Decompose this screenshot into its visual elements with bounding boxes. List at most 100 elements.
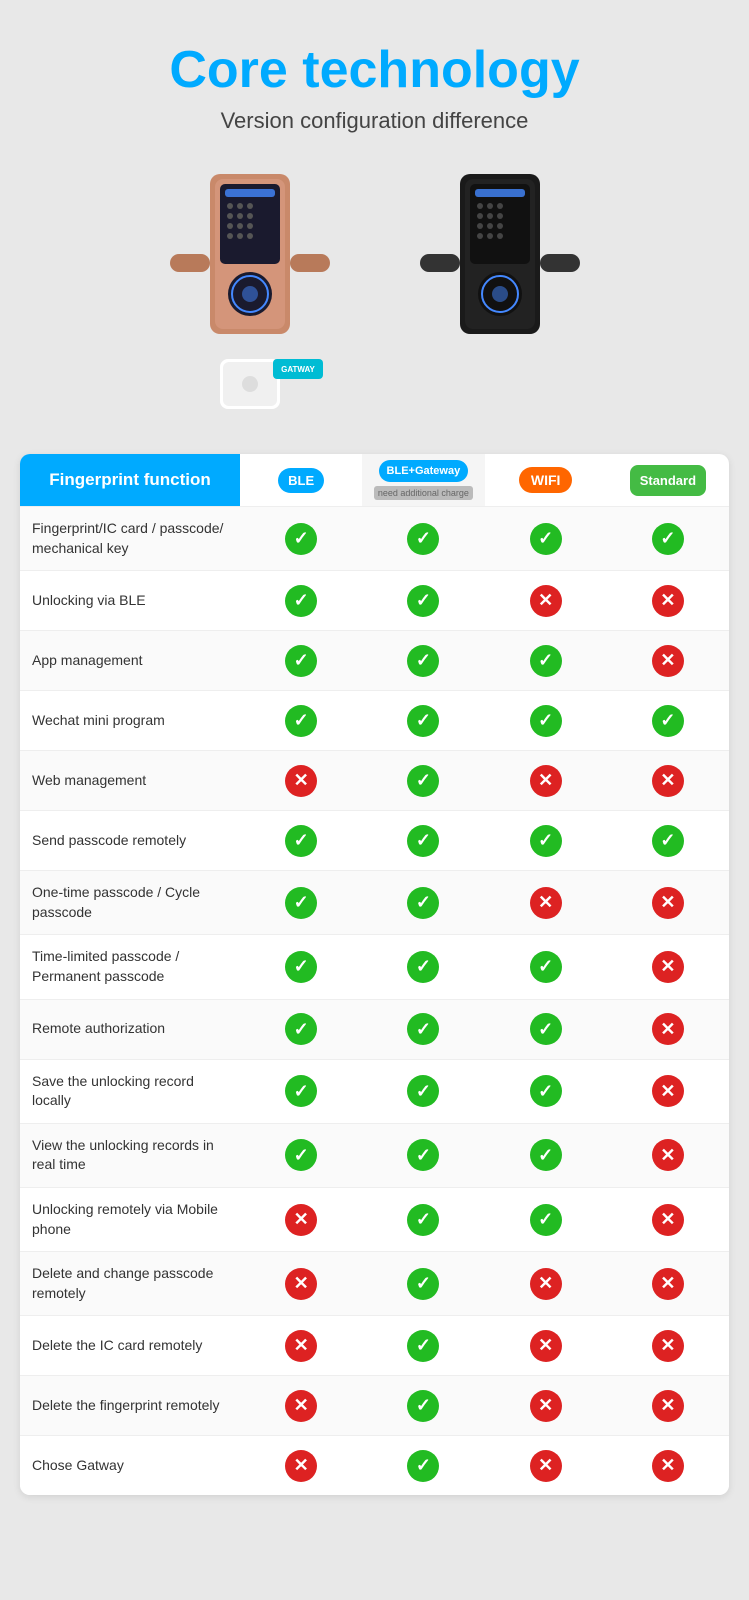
check-cell-standard: ✕ (607, 577, 729, 625)
check-yes-icon: ✓ (285, 1013, 317, 1045)
check-cell-wifi: ✕ (485, 577, 607, 625)
check-cell-standard: ✕ (607, 879, 729, 927)
check-no-icon: ✕ (652, 1390, 684, 1422)
check-no-icon: ✕ (285, 1390, 317, 1422)
check-cell-standard: ✕ (607, 1196, 729, 1244)
svg-text:GATWAY: GATWAY (281, 365, 315, 374)
check-cell-ble: ✕ (240, 1442, 362, 1490)
feature-label: Unlocking via BLE (20, 579, 240, 623)
check-yes-icon: ✓ (407, 1204, 439, 1236)
check-no-icon: ✕ (285, 765, 317, 797)
check-cell-ble: ✓ (240, 1131, 362, 1179)
check-yes-icon: ✓ (530, 1075, 562, 1107)
check-cell-ble: ✕ (240, 1382, 362, 1430)
feature-label: Delete the fingerprint remotely (20, 1384, 240, 1428)
check-cell-ble: ✕ (240, 757, 362, 805)
check-no-icon: ✕ (652, 1268, 684, 1300)
table-row: App management ✓ ✓ ✓ ✕ (20, 630, 729, 690)
check-cell-ble_gw: ✓ (362, 515, 484, 563)
check-cell-ble: ✓ (240, 879, 362, 927)
check-no-icon: ✕ (530, 887, 562, 919)
check-cell-wifi: ✕ (485, 1322, 607, 1370)
check-yes-icon: ✓ (652, 825, 684, 857)
check-yes-icon: ✓ (652, 523, 684, 555)
header-col-standard: Standard (607, 454, 729, 506)
check-cell-wifi: ✓ (485, 1131, 607, 1179)
check-cell-ble: ✓ (240, 1005, 362, 1053)
table-row: Save the unlocking record locally ✓ ✓ ✓ … (20, 1059, 729, 1123)
check-cell-wifi: ✓ (485, 817, 607, 865)
check-cell-ble: ✓ (240, 1067, 362, 1115)
check-cell-wifi: ✓ (485, 637, 607, 685)
check-no-icon: ✕ (652, 1075, 684, 1107)
feature-label: Web management (20, 759, 240, 803)
check-yes-icon: ✓ (407, 1013, 439, 1045)
check-no-icon: ✕ (530, 1330, 562, 1362)
header-wifi-label: WIFI (519, 467, 573, 493)
header-col-wifi: WIFI (485, 454, 607, 506)
check-yes-icon: ✓ (407, 1268, 439, 1300)
check-yes-icon: ✓ (407, 1330, 439, 1362)
check-yes-icon: ✓ (530, 951, 562, 983)
check-yes-icon: ✓ (407, 585, 439, 617)
check-yes-icon: ✓ (407, 1139, 439, 1171)
check-cell-wifi: ✓ (485, 515, 607, 563)
feature-label: One-time passcode / Cycle passcode (20, 871, 240, 934)
check-no-icon: ✕ (530, 585, 562, 617)
page-container: Core technology Version configuration di… (0, 0, 749, 1535)
check-yes-icon: ✓ (652, 705, 684, 737)
check-yes-icon: ✓ (407, 887, 439, 919)
feature-label: Save the unlocking record locally (20, 1060, 240, 1123)
header-standard-label: Standard (630, 465, 706, 496)
page-subtitle: Version configuration difference (20, 108, 729, 134)
check-cell-ble: ✓ (240, 637, 362, 685)
header-col-ble: BLE (240, 454, 362, 506)
table-row: Web management ✕ ✓ ✕ ✕ (20, 750, 729, 810)
feature-label: Delete and change passcode remotely (20, 1252, 240, 1315)
table-row: Fingerprint/IC card / passcode/ mechanic… (20, 506, 729, 570)
check-yes-icon: ✓ (285, 1075, 317, 1107)
check-yes-icon: ✓ (285, 825, 317, 857)
table-row: Wechat mini program ✓ ✓ ✓ ✓ (20, 690, 729, 750)
check-cell-standard: ✓ (607, 697, 729, 745)
header-ble-label: BLE (278, 468, 324, 493)
check-no-icon: ✕ (652, 1139, 684, 1171)
table-header: Fingerprint function BLE BLE+Gateway nee… (20, 454, 729, 506)
check-yes-icon: ✓ (530, 1204, 562, 1236)
check-yes-icon: ✓ (530, 825, 562, 857)
check-yes-icon: ✓ (530, 1013, 562, 1045)
check-yes-icon: ✓ (407, 645, 439, 677)
check-cell-standard: ✓ (607, 817, 729, 865)
check-yes-icon: ✓ (530, 705, 562, 737)
check-yes-icon: ✓ (407, 523, 439, 555)
feature-label: View the unlocking records in real time (20, 1124, 240, 1187)
feature-label: Chose Gatway (20, 1444, 240, 1488)
check-cell-ble_gw: ✓ (362, 817, 484, 865)
table-row: Unlocking remotely via Mobile phone ✕ ✓ … (20, 1187, 729, 1251)
check-cell-ble_gw: ✓ (362, 1005, 484, 1053)
table-row: Remote authorization ✓ ✓ ✓ ✕ (20, 999, 729, 1059)
check-yes-icon: ✓ (285, 585, 317, 617)
check-cell-wifi: ✓ (485, 1005, 607, 1053)
check-cell-ble_gw: ✓ (362, 637, 484, 685)
check-yes-icon: ✓ (285, 951, 317, 983)
table-body: Fingerprint/IC card / passcode/ mechanic… (20, 506, 729, 1495)
lock-svg-right (415, 164, 585, 424)
check-cell-ble_gw: ✓ (362, 1442, 484, 1490)
check-cell-ble_gw: ✓ (362, 757, 484, 805)
check-yes-icon: ✓ (407, 951, 439, 983)
check-cell-wifi: ✓ (485, 1067, 607, 1115)
header-feature-label: Fingerprint function (20, 454, 240, 506)
check-cell-wifi: ✓ (485, 1196, 607, 1244)
check-cell-standard: ✕ (607, 1005, 729, 1053)
table-row: Delete the fingerprint remotely ✕ ✓ ✕ ✕ (20, 1375, 729, 1435)
check-yes-icon: ✓ (407, 1390, 439, 1422)
table-row: Send passcode remotely ✓ ✓ ✓ ✓ (20, 810, 729, 870)
table-row: Unlocking via BLE ✓ ✓ ✕ ✕ (20, 570, 729, 630)
check-cell-standard: ✕ (607, 1131, 729, 1179)
check-yes-icon: ✓ (530, 1139, 562, 1171)
check-yes-icon: ✓ (285, 523, 317, 555)
check-yes-icon: ✓ (285, 705, 317, 737)
check-yes-icon: ✓ (530, 645, 562, 677)
check-cell-ble: ✕ (240, 1196, 362, 1244)
